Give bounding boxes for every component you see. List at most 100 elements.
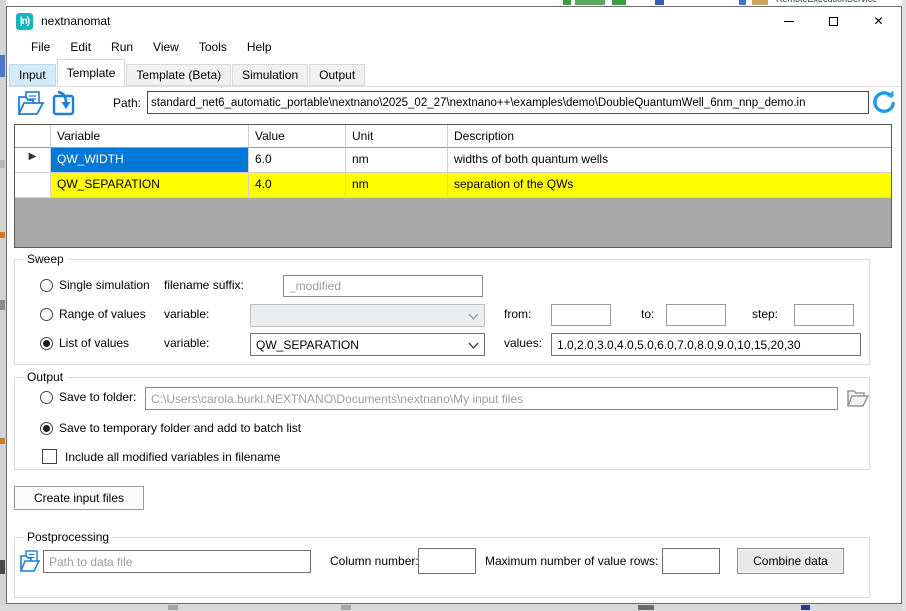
values-label: values: [504, 336, 542, 350]
background-fragment [638, 605, 654, 610]
table-row[interactable]: QW_SEPARATION 4.0 nm separation of the Q… [15, 173, 891, 198]
cell-description[interactable]: widths of both quantum wells [448, 148, 891, 173]
template-tab-panel: Path: Variable Value Unit Description ▶ … [7, 86, 901, 603]
cell-variable[interactable]: QW_WIDTH [51, 148, 249, 173]
column-header-value[interactable]: Value [249, 125, 346, 148]
radio-single-simulation-label: Single simulation [59, 278, 150, 292]
close-icon: ✕ [873, 15, 883, 27]
menu-tools[interactable]: Tools [189, 35, 237, 59]
column-header-variable[interactable]: Variable [51, 125, 249, 148]
step-input[interactable] [794, 304, 854, 326]
menu-bar: File Edit Run View Tools Help [7, 35, 901, 59]
import-template-icon[interactable] [49, 90, 77, 120]
open-file-icon[interactable] [16, 90, 46, 120]
column-header-description[interactable]: Description [448, 125, 891, 148]
combine-data-button[interactable]: Combine data [737, 548, 844, 574]
tab-simulation[interactable]: Simulation [232, 64, 308, 86]
background-fragment [0, 438, 5, 444]
menu-view[interactable]: View [143, 35, 189, 59]
background-fragment [0, 560, 5, 574]
radio-range-of-values[interactable] [40, 308, 53, 321]
menu-help[interactable]: Help [237, 35, 282, 59]
chevron-down-icon [468, 309, 479, 323]
close-button[interactable]: ✕ [856, 7, 901, 35]
cell-variable[interactable]: QW_SEPARATION [51, 173, 249, 198]
values-input[interactable] [551, 333, 861, 356]
range-variable-combobox[interactable] [250, 304, 485, 327]
background-fragment [0, 300, 5, 310]
tab-template-beta[interactable]: Template (Beta) [126, 64, 231, 86]
output-group-title: Output [23, 370, 67, 384]
radio-single-simulation[interactable] [40, 279, 53, 292]
browse-folder-icon[interactable] [845, 387, 870, 412]
range-variable-label: variable: [164, 307, 209, 321]
tab-template[interactable]: Template [57, 59, 126, 86]
window-controls: ✕ [766, 7, 901, 35]
minimize-icon [784, 21, 794, 22]
save-folder-path-input[interactable] [145, 387, 838, 410]
postprocessing-group-title: Postprocessing [23, 530, 113, 544]
cell-unit[interactable]: nm [346, 173, 448, 198]
sweep-group-title: Sweep [23, 252, 68, 266]
open-data-file-icon[interactable] [19, 549, 41, 577]
desktop-background-right [902, 0, 906, 611]
cell-value[interactable]: 6.0 [249, 148, 346, 173]
title-bar[interactable]: |n) nextnanomat ✕ [7, 7, 901, 35]
background-fragment [655, 0, 664, 5]
list-variable-value: QW_SEPARATION [256, 338, 359, 352]
create-input-files-button[interactable]: Create input files [14, 486, 144, 510]
list-variable-combobox[interactable]: QW_SEPARATION [250, 333, 485, 356]
app-window: |n) nextnanomat ✕ File Edit Run View Too… [6, 6, 902, 604]
background-fragment [801, 605, 810, 610]
background-fragment [341, 605, 351, 610]
background-fragment [575, 0, 605, 5]
menu-file[interactable]: File [21, 35, 60, 59]
column-header-unit[interactable]: Unit [346, 125, 448, 148]
radio-save-temp-folder[interactable] [40, 422, 53, 435]
window-title: nextnanomat [41, 14, 110, 28]
combine-data-label: Combine data [753, 554, 828, 568]
from-label: from: [504, 307, 531, 321]
list-variable-label: variable: [164, 336, 209, 350]
row-selector-cell[interactable] [15, 173, 51, 198]
maximize-button[interactable] [811, 7, 856, 35]
minimize-button[interactable] [766, 7, 811, 35]
include-variables-checkbox[interactable] [42, 449, 57, 464]
to-label: to: [641, 307, 654, 321]
to-input[interactable] [666, 304, 726, 326]
screen: { "desktop": { "top_fragment_text": "Rem… [0, 0, 906, 611]
filename-suffix-label: filename suffix: [164, 278, 244, 292]
radio-range-of-values-label: Range of values [59, 307, 146, 321]
save-to-folder-label: Save to folder: [59, 390, 136, 404]
row-selector-header [15, 125, 51, 148]
background-fragment [0, 232, 5, 238]
cell-value[interactable]: 4.0 [249, 173, 346, 198]
current-row-marker[interactable]: ▶ [15, 148, 51, 173]
max-value-rows-input[interactable] [662, 548, 720, 574]
background-fragment [0, 55, 5, 77]
menu-edit[interactable]: Edit [60, 35, 101, 59]
maximize-icon [829, 17, 838, 26]
table-header-row: Variable Value Unit Description [15, 125, 891, 148]
cell-unit[interactable]: nm [346, 148, 448, 173]
table-row[interactable]: ▶ QW_WIDTH 6.0 nm widths of both quantum… [15, 148, 891, 173]
path-label: Path: [113, 96, 141, 110]
tab-input[interactable]: Input [9, 64, 56, 86]
background-fragment [612, 0, 626, 5]
radio-save-to-folder[interactable] [40, 391, 53, 404]
tab-output[interactable]: Output [309, 64, 365, 86]
menu-run[interactable]: Run [101, 35, 143, 59]
data-file-path-input[interactable] [43, 550, 311, 573]
radio-list-of-values[interactable] [40, 337, 53, 350]
from-input[interactable] [551, 304, 611, 326]
chevron-down-icon [468, 338, 479, 352]
filename-suffix-input[interactable] [283, 275, 483, 297]
column-number-input[interactable] [418, 548, 476, 574]
desktop-background-bottom [0, 604, 906, 611]
background-fragment [168, 605, 178, 610]
refresh-icon[interactable] [871, 90, 897, 119]
background-fragment [0, 160, 5, 168]
path-input[interactable] [147, 91, 869, 114]
cell-description[interactable]: separation of the QWs [448, 173, 891, 198]
create-input-files-label: Create input files [34, 491, 124, 505]
